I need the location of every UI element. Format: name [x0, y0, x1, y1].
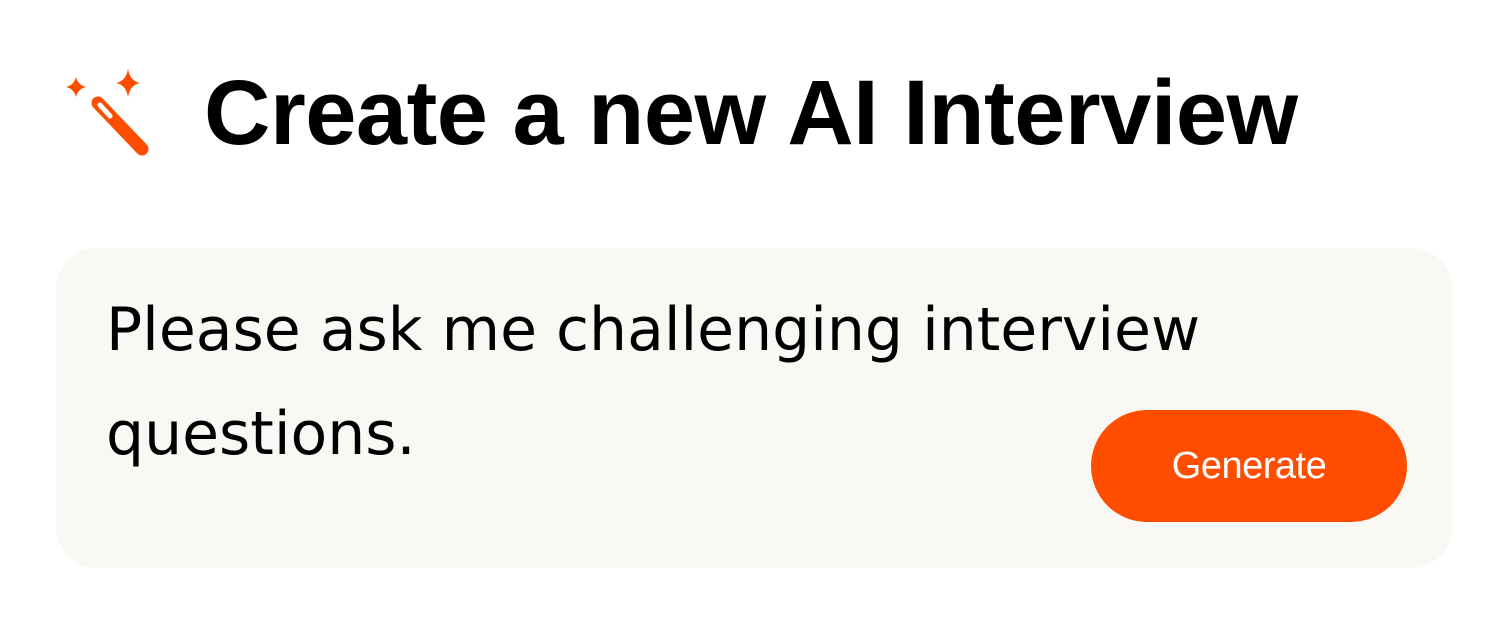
prompt-card[interactable]: Please ask me challenging interview ques…: [56, 248, 1452, 568]
page-header: Create a new AI Interview: [58, 58, 1298, 168]
page-title: Create a new AI Interview: [204, 62, 1298, 164]
generate-button[interactable]: Generate: [1091, 410, 1407, 522]
magic-wand-sparkles-icon: [66, 69, 149, 156]
